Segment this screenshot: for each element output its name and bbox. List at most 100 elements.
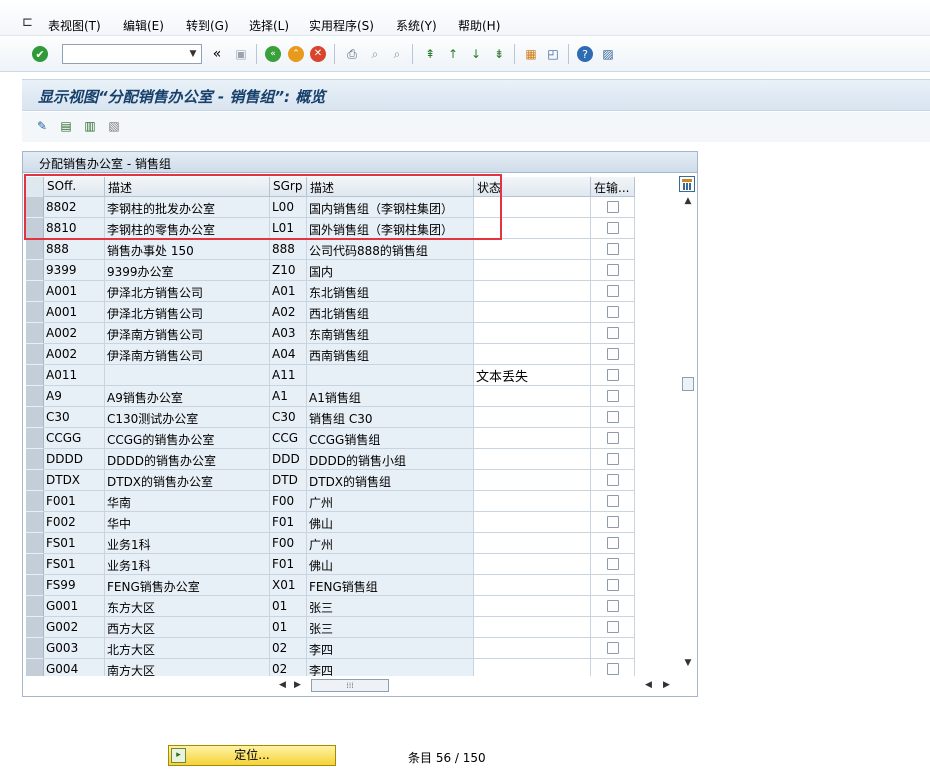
scroll-right-end-icon[interactable]: ▶ [663, 680, 670, 690]
table-row[interactable]: G003 北方大区 02 李四 [26, 638, 659, 659]
row-selector[interactable] [26, 512, 44, 533]
scroll-left-icon[interactable]: ◀ [279, 680, 286, 690]
row-selector[interactable] [26, 449, 44, 470]
select-block-icon[interactable]: ▥ [82, 118, 98, 134]
table-row[interactable]: F001 华南 F00 广州 [26, 491, 659, 512]
command-field[interactable]: ▼ [62, 44, 202, 64]
in-input-checkbox[interactable] [607, 621, 619, 633]
in-input-checkbox[interactable] [607, 201, 619, 213]
scroll-left-end-icon[interactable]: ◀ [645, 680, 652, 690]
row-selector[interactable] [26, 281, 44, 302]
in-input-checkbox[interactable] [607, 411, 619, 423]
table-row[interactable]: G001 东方大区 01 张三 [26, 596, 659, 617]
layout-menu-icon[interactable]: ▨ [599, 45, 617, 63]
in-input-checkbox[interactable] [607, 264, 619, 276]
row-selector[interactable] [26, 617, 44, 638]
scroll-up-icon[interactable]: ▲ [682, 195, 694, 207]
table-row[interactable]: A001 伊泽北方销售公司 A01 东北销售组 [26, 281, 659, 302]
select-all-icon[interactable]: ▤ [58, 118, 74, 134]
table-row[interactable]: G002 西方大区 01 张三 [26, 617, 659, 638]
table-row[interactable]: A001 伊泽北方销售公司 A02 西北销售组 [26, 302, 659, 323]
row-selector[interactable] [26, 638, 44, 659]
in-input-checkbox[interactable] [607, 369, 619, 381]
back-icon[interactable]: « [265, 46, 281, 62]
locate-button[interactable]: ▸ 定位... [168, 745, 336, 766]
row-selector[interactable] [26, 491, 44, 512]
table-row[interactable]: CCGG CCGG的销售办公室 CCG CCGG销售组 [26, 428, 659, 449]
row-selector[interactable] [26, 365, 44, 386]
row-selector[interactable] [26, 260, 44, 281]
table-row[interactable]: A9 A9销售办公室 A1 A1销售组 [26, 386, 659, 407]
menu-system[interactable]: 系统(Y) [396, 17, 437, 34]
in-input-checkbox[interactable] [607, 495, 619, 507]
menu-help[interactable]: 帮助(H) [458, 17, 500, 34]
in-input-checkbox[interactable] [607, 600, 619, 612]
last-page-icon[interactable]: ⇟ [490, 45, 508, 63]
collapse-icon[interactable]: « [208, 45, 226, 63]
table-row[interactable]: C30 C130测试办公室 C30 销售组 C30 [26, 407, 659, 428]
horizontal-scrollbar[interactable]: ◀ ▶ ⁞⁞⁞ ◀ ▶ [23, 676, 697, 696]
in-input-checkbox[interactable] [607, 243, 619, 255]
in-input-checkbox[interactable] [607, 390, 619, 402]
table-row[interactable]: F002 华中 F01 佛山 [26, 512, 659, 533]
row-selector[interactable] [26, 596, 44, 617]
row-selector[interactable] [26, 533, 44, 554]
in-input-checkbox[interactable] [607, 579, 619, 591]
in-input-checkbox[interactable] [607, 348, 619, 360]
table-row[interactable]: FS01 业务1科 F00 广州 [26, 533, 659, 554]
help-icon[interactable]: ? [577, 46, 593, 62]
vertical-scroll-thumb[interactable] [682, 377, 694, 391]
print-icon[interactable]: ⎙ [343, 45, 361, 63]
enter-icon[interactable]: ✔ [32, 46, 48, 62]
menu-exit-icon[interactable]: ⊏ [22, 15, 33, 30]
menu-edit[interactable]: 编辑(E) [123, 17, 164, 34]
chevron-down-icon[interactable]: ▼ [187, 48, 199, 60]
menu-goto[interactable]: 转到(G) [186, 17, 229, 34]
row-selector[interactable] [26, 239, 44, 260]
table-row[interactable]: 888 销售办事处 150 888 公司代码888的销售组 [26, 239, 659, 260]
menu-utilities[interactable]: 实用程序(S) [309, 17, 374, 34]
table-row[interactable]: 9399 9399办公室 Z10 国内 [26, 260, 659, 281]
row-selector[interactable] [26, 302, 44, 323]
display-change-icon[interactable]: ✎ [34, 118, 50, 134]
new-session-icon[interactable]: ▦ [522, 45, 540, 63]
in-input-checkbox[interactable] [607, 327, 619, 339]
previous-page-icon[interactable]: ↑ [444, 45, 462, 63]
table-row[interactable]: A011 A11 文本丢失 [26, 365, 659, 386]
row-selector[interactable] [26, 407, 44, 428]
in-input-checkbox[interactable] [607, 453, 619, 465]
table-settings-icon[interactable] [679, 176, 695, 192]
horizontal-scroll-thumb[interactable]: ⁞⁞⁞ [311, 679, 389, 692]
menu-table-view[interactable]: 表视图(T) [48, 17, 101, 34]
in-input-checkbox[interactable] [607, 537, 619, 549]
table-row[interactable]: FS01 业务1科 F01 佛山 [26, 554, 659, 575]
in-input-checkbox[interactable] [607, 285, 619, 297]
shortcut-icon[interactable]: ◰ [544, 45, 562, 63]
scroll-down-icon[interactable]: ▼ [682, 657, 694, 669]
row-selector[interactable] [26, 428, 44, 449]
row-selector[interactable] [26, 470, 44, 491]
vertical-scrollbar[interactable]: ▲ ▼ [679, 177, 697, 673]
row-selector[interactable] [26, 323, 44, 344]
row-selector[interactable] [26, 344, 44, 365]
table-row[interactable]: FS99 FENG销售办公室 X01 FENG销售组 [26, 575, 659, 596]
row-selector[interactable] [26, 554, 44, 575]
in-input-checkbox[interactable] [607, 516, 619, 528]
in-input-checkbox[interactable] [607, 474, 619, 486]
row-selector[interactable] [26, 386, 44, 407]
column-header-in-input[interactable]: 在输... [591, 177, 635, 197]
table-row[interactable]: A002 伊泽南方销售公司 A03 东南销售组 [26, 323, 659, 344]
menu-select[interactable]: 选择(L) [249, 17, 289, 34]
in-input-checkbox[interactable] [607, 558, 619, 570]
table-row[interactable]: DDDD DDDD的销售办公室 DDD DDDD的销售小组 [26, 449, 659, 470]
deselect-all-icon[interactable]: ▧ [106, 118, 122, 134]
next-page-icon[interactable]: ↓ [467, 45, 485, 63]
first-page-icon[interactable]: ⇞ [421, 45, 439, 63]
scroll-right-icon[interactable]: ▶ [294, 680, 301, 690]
table-row[interactable]: A002 伊泽南方销售公司 A04 西南销售组 [26, 344, 659, 365]
in-input-checkbox[interactable] [607, 306, 619, 318]
in-input-checkbox[interactable] [607, 642, 619, 654]
table-row[interactable]: DTDX DTDX的销售办公室 DTD DTDX的销售组 [26, 470, 659, 491]
in-input-checkbox[interactable] [607, 432, 619, 444]
in-input-checkbox[interactable] [607, 663, 619, 675]
